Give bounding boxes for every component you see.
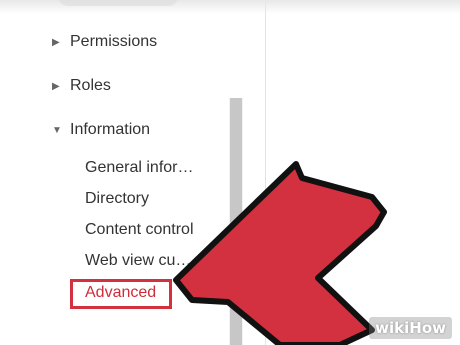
settings-panel: ▶ Permissions ▶ Roles ▼ Information Gene… [0, 0, 460, 345]
wikihow-watermark: wikiHow [369, 317, 452, 339]
pointer-arrow-icon [173, 161, 387, 345]
